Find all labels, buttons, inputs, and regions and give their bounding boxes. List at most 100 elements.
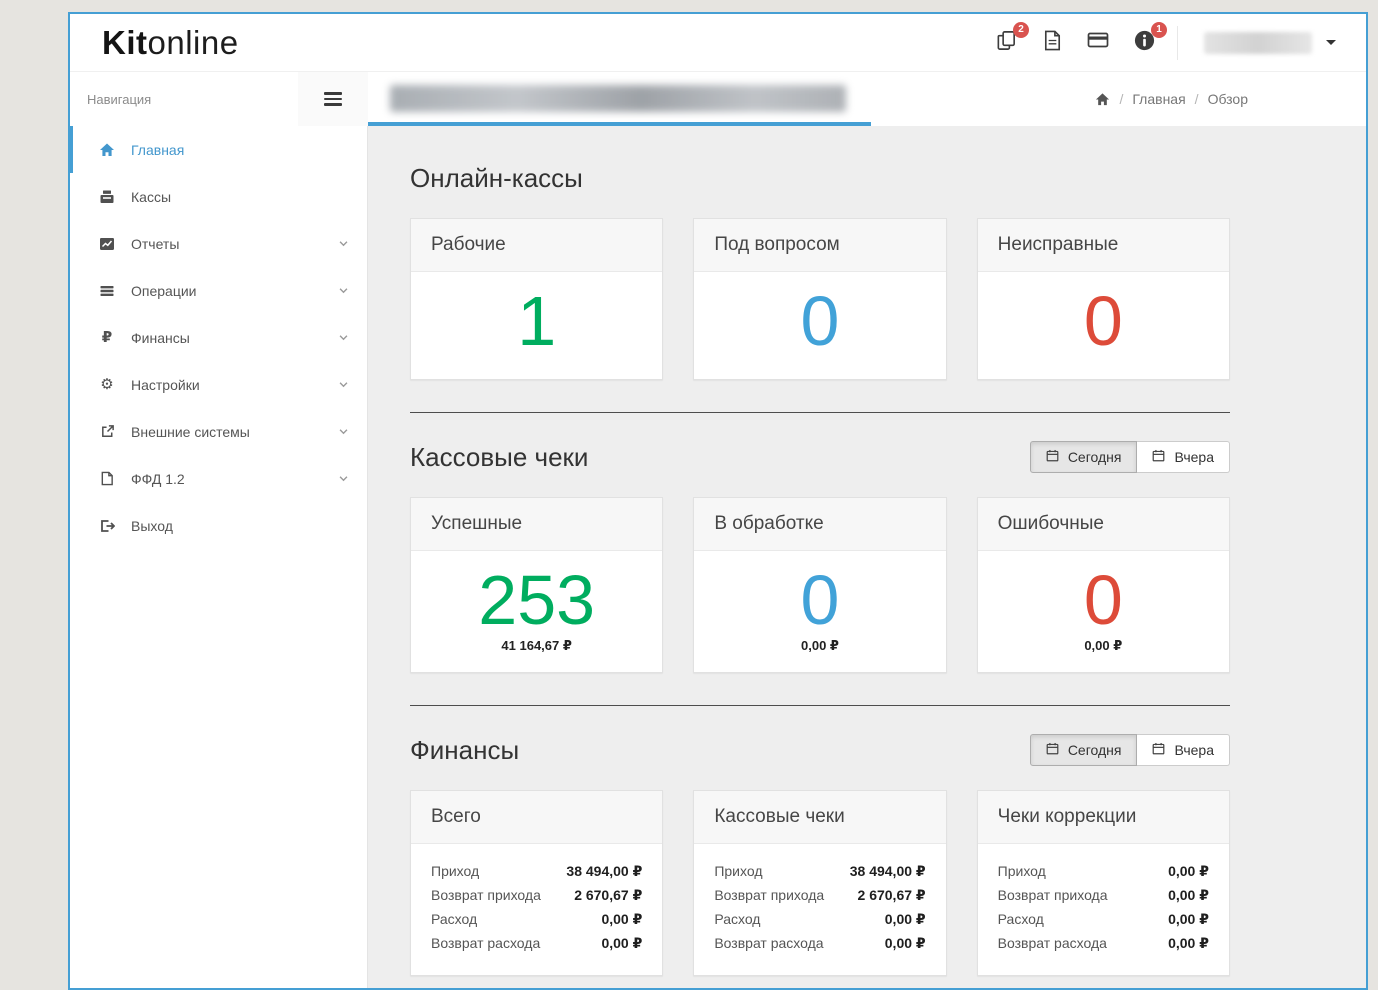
sidebar-nav: Главная Кассы Отчеты Операции ₽ Финансы … (70, 126, 368, 988)
finance-row-label: Расход (714, 911, 761, 927)
card-title: В обработке (694, 498, 946, 551)
logo-text-bold: Kit (102, 23, 148, 61)
stat-card-v-obrabotke: В обработке 0 0,00 ₽ (693, 497, 947, 673)
sidebar-item-vyhod[interactable]: Выход (70, 502, 367, 549)
yesterday-button[interactable]: Вчера (1137, 441, 1230, 473)
sidebar-item-nastroyki[interactable]: ⚙ Настройки (70, 361, 367, 408)
info-badge: 1 (1151, 21, 1167, 38)
sidebar-toggle-button[interactable] (298, 72, 368, 126)
cash-register-icon (98, 189, 116, 205)
calendar-icon (1046, 449, 1059, 465)
logout-icon (98, 518, 116, 534)
sidebar-item-label: Главная (131, 141, 185, 158)
finance-row-label: Расход (431, 911, 478, 927)
finance-row-value: 0,00 ₽ (1168, 911, 1209, 927)
active-tab-underline (368, 122, 871, 126)
home-icon (98, 142, 116, 158)
finance-row-value: 2 670,67 ₽ (574, 887, 643, 903)
sidebar-item-label: ФФД 1.2 (131, 470, 185, 487)
finance-row: Возврат прихода 2 670,67 ₽ (431, 887, 642, 904)
card-title: Под вопросом (694, 219, 946, 272)
stat-value: 0 (1083, 282, 1123, 360)
finance-row-label: Возврат прихода (997, 887, 1108, 903)
finance-card-kassovye-cheki: Кассовые чеки Приход 38 494,00 ₽ Возврат… (693, 790, 947, 976)
sidebar-item-finansy[interactable]: ₽ Финансы (70, 314, 367, 361)
sidebar-item-label: Кассы (131, 188, 172, 205)
chevron-down-icon (1326, 40, 1336, 45)
app-body: Главная Кассы Отчеты Операции ₽ Финансы … (70, 126, 1366, 988)
sub-header: Навигация Главная Обзор (70, 72, 1366, 126)
stat-value: 0 (800, 561, 840, 639)
calendar-icon (1046, 742, 1059, 758)
sidebar-item-operacii[interactable]: Операции (70, 267, 367, 314)
finance-row-label: Возврат расхода (431, 935, 541, 951)
finance-row: Расход 0,00 ₽ (998, 911, 1209, 928)
breadcrumb-separator (1195, 91, 1199, 107)
today-button[interactable]: Сегодня (1029, 734, 1138, 766)
stat-value: 0 (1083, 561, 1123, 639)
finance-row-value: 38 494,00 ₽ (566, 863, 643, 879)
calendar-icon (1152, 742, 1165, 758)
yesterday-button[interactable]: Вчера (1137, 734, 1230, 766)
finance-row-value: 0,00 ₽ (601, 911, 643, 927)
finance-row: Приход 38 494,00 ₽ (714, 863, 925, 880)
today-button-label: Сегодня (1067, 449, 1122, 465)
sidebar-item-ffd[interactable]: ФФД 1.2 (70, 455, 367, 502)
sidebar-item-otchety[interactable]: Отчеты (70, 220, 367, 267)
calendar-icon (1152, 449, 1165, 465)
finance-row-label: Приход (431, 863, 480, 879)
user-menu[interactable] (1198, 31, 1342, 54)
sidebar-item-vneshnie-sistemy[interactable]: Внешние системы (70, 408, 367, 455)
sidebar-item-kassy[interactable]: Кассы (70, 173, 367, 220)
card-title: Чеки коррекции (977, 791, 1229, 844)
section-title-cashboxes: Онлайн-кассы (410, 162, 583, 193)
documents-button[interactable]: 2 (993, 21, 1029, 56)
card-title: Успешные (411, 498, 663, 551)
stat-value: 253 (478, 561, 596, 639)
yesterday-button-label: Вчера (1174, 449, 1214, 465)
sidebar-item-label: Настройки (131, 376, 200, 393)
card-title: Рабочие (411, 219, 663, 272)
finance-row-label: Расход (997, 911, 1044, 927)
chevron-down-icon (338, 473, 349, 484)
finance-row: Возврат расхода 0,00 ₽ (998, 935, 1209, 952)
chevron-down-icon (338, 426, 349, 437)
finance-date-filter: Сегодня Вчера (1029, 734, 1230, 766)
finance-row-value: 0,00 ₽ (601, 935, 643, 951)
breadcrumb-glavnaya[interactable]: Главная (1132, 91, 1185, 107)
finance-row: Приход 0,00 ₽ (998, 863, 1209, 880)
chevron-down-icon (338, 238, 349, 249)
payments-button[interactable] (1085, 30, 1111, 56)
stat-amount: 0,00 ₽ (801, 638, 839, 653)
redacted-username (1204, 31, 1312, 54)
app-logo[interactable]: Kitonline (70, 24, 368, 62)
main-content: Онлайн-кассы Рабочие 1 Под вопросом 0 Не… (368, 126, 1366, 988)
finance-row-label: Возврат прихода (714, 887, 825, 903)
stat-value: 0 (800, 282, 840, 360)
finance-row-label: Приход (714, 863, 763, 879)
hamburger-icon (324, 92, 342, 106)
finance-row-value: 38 494,00 ₽ (849, 863, 926, 879)
finance-row: Возврат прихода 2 670,67 ₽ (714, 887, 925, 904)
today-button[interactable]: Сегодня (1029, 441, 1138, 473)
today-button-label: Сегодня (1067, 742, 1122, 758)
header-actions: 2 1 (993, 21, 1366, 60)
finance-row: Приход 38 494,00 ₽ (431, 863, 642, 880)
info-button[interactable]: 1 (1131, 21, 1167, 56)
pdf-button[interactable] (1039, 30, 1065, 56)
card-title: Неисправные (977, 219, 1229, 272)
finance-row-label: Возврат расхода (714, 935, 824, 951)
stat-amount: 0,00 ₽ (1084, 638, 1123, 653)
finance-row: Возврат расхода 0,00 ₽ (431, 935, 642, 952)
yesterday-button-label: Вчера (1174, 742, 1214, 758)
chevron-down-icon (338, 332, 349, 343)
ruble-icon: ₽ (101, 329, 113, 346)
sidebar-item-glavnaya[interactable]: Главная (70, 126, 367, 173)
stat-card-pod-voprosom: Под вопросом 0 (693, 218, 947, 380)
section-title-finance: Финансы (410, 734, 520, 765)
section-divider (410, 705, 1230, 706)
finance-row: Возврат расхода 0,00 ₽ (714, 935, 925, 952)
finance-row: Возврат прихода 0,00 ₽ (998, 887, 1209, 904)
card-title: Кассовые чеки (694, 791, 946, 844)
home-icon[interactable] (1095, 92, 1110, 107)
